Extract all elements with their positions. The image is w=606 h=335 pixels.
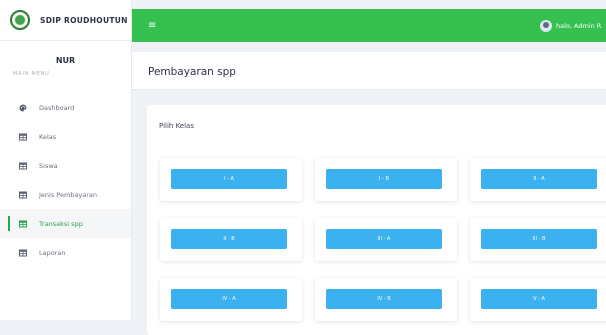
sidebar-item-laporan[interactable]: Laporan xyxy=(0,238,131,267)
table-icon xyxy=(18,190,27,199)
brand-name: SDIP ROUDHOUTUN xyxy=(40,15,128,25)
sidebar-item-label: Kelas xyxy=(39,132,57,141)
class-card: I - A xyxy=(160,158,302,201)
brand[interactable]: SDIP ROUDHOUTUN xyxy=(0,0,131,41)
class-button-v-a[interactable]: V - A xyxy=(481,289,597,309)
sidebar-item-label: Siswa xyxy=(39,161,58,170)
school-logo xyxy=(10,10,30,30)
palette-icon xyxy=(18,103,27,112)
page-header: Pembayaran spp xyxy=(132,52,606,90)
class-card: III - A xyxy=(315,218,457,261)
class-button-i-b[interactable]: I - B xyxy=(326,169,442,189)
sidebar-nav: Dashboard Kelas Siswa Jenis Pembayaran T… xyxy=(0,93,131,267)
class-button-iii-b[interactable]: III - B xyxy=(481,229,597,249)
sidebar-item-jenis-pembayaran[interactable]: Jenis Pembayaran xyxy=(0,180,131,209)
hamburger-menu-icon[interactable]: ≡ xyxy=(148,20,156,31)
avatar xyxy=(540,19,552,32)
class-button-i-a[interactable]: I - A xyxy=(171,169,287,189)
sidebar-item-label: Dashboard xyxy=(39,103,75,112)
sidebar-item-label: Transaksi spp xyxy=(39,219,83,228)
topbar: ≡ halo, Admin R xyxy=(132,9,606,42)
sidebar-item-kelas[interactable]: Kelas xyxy=(0,122,131,151)
sidebar-item-dashboard[interactable]: Dashboard xyxy=(0,93,131,122)
sidebar-item-label: Jenis Pembayaran xyxy=(39,190,98,199)
table-icon xyxy=(18,132,27,141)
class-button-iv-b[interactable]: IV - B xyxy=(326,289,442,309)
class-card: II - B xyxy=(160,218,302,261)
class-button-ii-b[interactable]: II - B xyxy=(171,229,287,249)
sidebar-item-siswa[interactable]: Siswa xyxy=(0,151,131,180)
class-card: IV - B xyxy=(315,278,457,321)
table-icon xyxy=(18,248,27,257)
class-selection-card: Pilih Kelas I - A I - B II - A II - B II… xyxy=(147,105,606,335)
user-menu[interactable]: halo, Admin R xyxy=(540,19,606,32)
class-button-ii-a[interactable]: II - A xyxy=(481,169,597,189)
class-card: II - A xyxy=(470,158,606,201)
class-card: I - B xyxy=(315,158,457,201)
class-card: III - B xyxy=(470,218,606,261)
sidebar-item-label: Laporan xyxy=(39,248,66,257)
sidebar-item-transaksi-spp[interactable]: Transaksi spp xyxy=(0,209,131,238)
sidebar: SDIP ROUDHOUTUN NUR MAIN MENU Dashboard … xyxy=(0,0,132,320)
menu-section-label: MAIN MENU xyxy=(13,71,50,77)
user-greeting: halo, Admin R xyxy=(556,21,602,30)
class-button-iv-a[interactable]: IV - A xyxy=(171,289,287,309)
user-name: NUR xyxy=(55,56,76,65)
table-icon xyxy=(18,161,27,170)
card-title: Pilih Kelas xyxy=(159,122,194,130)
class-card: IV - A xyxy=(160,278,302,321)
class-card: V - A xyxy=(470,278,606,321)
page-title: Pembayaran spp xyxy=(148,66,236,78)
class-button-iii-a[interactable]: III - A xyxy=(326,229,442,249)
table-icon xyxy=(18,219,27,228)
